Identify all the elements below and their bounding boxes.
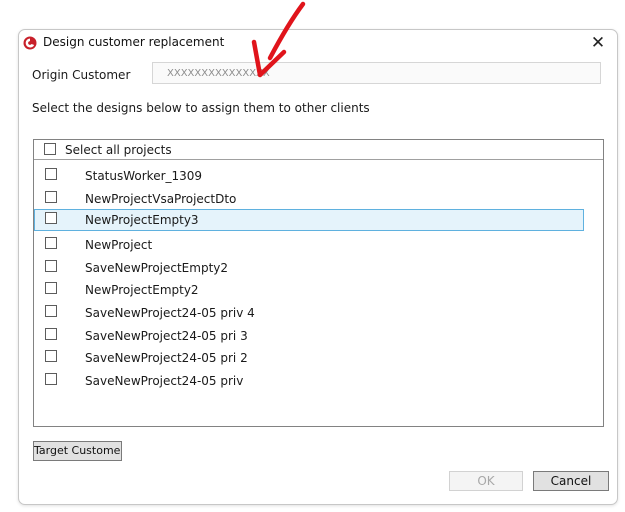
project-name: NewProjectEmpty2 — [85, 283, 199, 297]
project-name: SaveNewProject24-05 pri 3 — [85, 329, 248, 343]
list-item[interactable]: SaveNewProject24-05 pri 3 — [34, 325, 584, 346]
project-name: SaveNewProject24-05 priv — [85, 374, 244, 388]
target-customer-button[interactable]: Target Customer — [33, 441, 122, 461]
project-checkbox[interactable] — [45, 212, 57, 224]
project-name: SaveNewProject24-05 priv 4 — [85, 306, 255, 320]
project-name: NewProject — [85, 238, 153, 252]
list-header: Select all projects — [34, 140, 603, 160]
list-item[interactable]: NewProject — [34, 234, 584, 255]
origin-customer-label: Origin Customer — [32, 68, 131, 82]
project-checkbox[interactable] — [45, 237, 57, 249]
dialog-window: Design customer replacement ✕ Origin Cus… — [18, 29, 618, 505]
red-arrow-icon — [251, 1, 306, 78]
project-checkbox[interactable] — [45, 191, 57, 203]
select-all-label: Select all projects — [65, 143, 172, 157]
list-item[interactable]: SaveNewProjectEmpty2 — [34, 257, 584, 278]
projects-list[interactable]: Select all projects StatusWorker_1309 Ne… — [33, 139, 604, 427]
project-name: NewProjectVsaProjectDto — [85, 192, 237, 206]
list-item[interactable]: NewProjectVsaProjectDto — [34, 188, 584, 209]
project-name: StatusWorker_1309 — [85, 169, 203, 183]
project-name: SaveNewProject24-05 pri 2 — [85, 351, 248, 365]
select-all-checkbox[interactable] — [44, 143, 56, 155]
list-item[interactable]: StatusWorker_1309 — [34, 165, 584, 186]
project-checkbox[interactable] — [45, 260, 57, 272]
project-checkbox[interactable] — [45, 328, 57, 340]
list-item[interactable]: SaveNewProject24-05 priv — [34, 370, 584, 391]
project-checkbox[interactable] — [45, 282, 57, 294]
project-checkbox[interactable] — [45, 373, 57, 385]
origin-customer-field[interactable] — [152, 62, 601, 84]
project-name: SaveNewProjectEmpty2 — [85, 261, 229, 275]
project-checkbox[interactable] — [45, 305, 57, 317]
list-item[interactable]: SaveNewProject24-05 pri 2 — [34, 347, 584, 368]
project-name: NewProjectEmpty3 — [85, 213, 199, 227]
instructions-text: Select the designs below to assign them … — [32, 101, 370, 115]
list-item[interactable]: NewProjectEmpty2 — [34, 279, 584, 300]
project-checkbox[interactable] — [45, 168, 57, 180]
ok-button[interactable]: OK — [449, 471, 523, 491]
list-item[interactable]: SaveNewProject24-05 priv 4 — [34, 302, 584, 323]
list-item-selected[interactable]: NewProjectEmpty3 — [34, 209, 584, 231]
close-icon[interactable]: ✕ — [587, 32, 609, 54]
app-logo-icon — [23, 36, 37, 50]
window-title: Design customer replacement — [43, 35, 225, 49]
cancel-button[interactable]: Cancel — [533, 471, 609, 491]
project-checkbox[interactable] — [45, 350, 57, 362]
